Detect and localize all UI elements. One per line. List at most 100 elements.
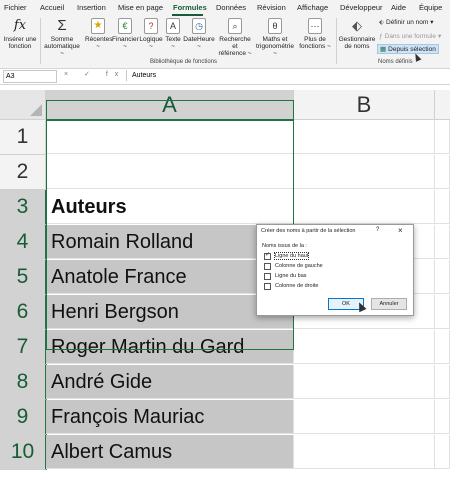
more-label-2: fonctions ~ [299, 43, 331, 50]
define-name-button[interactable]: ⬖ Définir un nom ▾ [379, 18, 434, 27]
cell-c[interactable] [435, 365, 450, 399]
select-all-corner[interactable] [0, 90, 46, 120]
datetime-button[interactable]: ◷ DateHeure ~ [183, 18, 215, 50]
column-header-b[interactable]: B [294, 90, 435, 120]
row-header[interactable]: 6 [0, 295, 47, 330]
recent-label-2: ~ [96, 43, 100, 50]
checkbox-top-row[interactable] [264, 252, 271, 260]
cell-b[interactable] [294, 120, 435, 154]
cell-a[interactable]: André Gide [46, 365, 294, 399]
math-button[interactable]: θ Maths et trigonométrie ~ [254, 18, 296, 57]
cell-a[interactable] [46, 155, 294, 189]
tab-donnees[interactable]: Données [216, 3, 246, 12]
row-header[interactable]: 4 [0, 225, 47, 260]
row-header[interactable]: 7 [0, 330, 47, 365]
tab-revision[interactable]: Révision [257, 3, 286, 12]
library-group-label: Bibliothèque de fonctions [150, 59, 218, 65]
select-all-triangle-icon [30, 104, 42, 116]
cell-b[interactable] [294, 435, 435, 469]
logical-label-1: Logique [139, 36, 163, 43]
tab-mise-en-page[interactable]: Mise en page [118, 3, 163, 12]
cell-c[interactable] [435, 190, 450, 224]
close-icon[interactable]: × [398, 226, 403, 235]
autosum-label-2: automatique ~ [44, 43, 80, 57]
row-header[interactable]: 10 [0, 435, 47, 470]
grid-selection-icon: ▦ [380, 46, 387, 53]
row-header[interactable]: 2 [0, 155, 46, 190]
cell-b[interactable] [294, 190, 435, 224]
row-header[interactable]: 9 [0, 400, 47, 435]
autosum-button[interactable]: Σ Somme automatique ~ [42, 18, 82, 58]
ribbon-separator [40, 18, 41, 64]
row-header[interactable]: 3 [0, 190, 47, 225]
cell-a3-header[interactable]: Auteurs [46, 190, 294, 224]
cell-a[interactable]: François Mauriac [46, 400, 294, 434]
name-manager-label-2: de noms [344, 43, 370, 50]
column-header-a[interactable]: A [46, 90, 294, 121]
in-formula-label: Dans une formule [384, 32, 436, 40]
checkbox-bottom-row[interactable] [264, 272, 271, 280]
fx-icon: fx [13, 18, 27, 33]
cell-c[interactable] [435, 120, 450, 154]
cell-c[interactable] [435, 330, 450, 364]
option-left-column[interactable]: Colonne de gauche [264, 262, 324, 270]
cell-c[interactable] [435, 225, 450, 259]
checkbox-right-column[interactable] [264, 282, 271, 290]
cell-a[interactable] [46, 120, 294, 154]
cell-b[interactable] [294, 155, 435, 189]
more-functions-button[interactable]: ⋯ Plus de fonctions ~ [297, 18, 333, 50]
menu-bar: Fichier Accueil Insertion Mise en page F… [0, 0, 450, 16]
in-formula-button[interactable]: ƒ Dans une formule ▾ [379, 32, 441, 41]
formula-bar-icons[interactable]: × ✓ fx [64, 70, 125, 78]
column-header-c-partial[interactable] [435, 90, 450, 120]
more-label-1: Plus de [304, 36, 326, 43]
cell-c[interactable] [435, 435, 450, 469]
cell-b[interactable] [294, 365, 435, 399]
help-icon[interactable]: ? [376, 227, 379, 233]
cell-c[interactable] [435, 155, 450, 189]
name-manager-button[interactable]: ⬖ Gestionnaire de noms [338, 18, 376, 50]
text-book-icon: A [166, 18, 180, 34]
option-right-column[interactable]: Colonne de droite [264, 282, 319, 290]
insert-function-button[interactable]: fx Insérer une fonction [2, 18, 38, 50]
row-header[interactable]: 5 [0, 260, 47, 295]
math-label-1: Maths et [262, 36, 288, 43]
financial-button[interactable]: € Financier ~ [112, 18, 139, 50]
tag-small-icon: ⬖ [379, 19, 384, 26]
cell-c[interactable] [435, 295, 450, 329]
cancel-button[interactable]: Annuler [371, 298, 407, 310]
tab-affichage[interactable]: Affichage [297, 3, 328, 12]
cell-c[interactable] [435, 260, 450, 294]
cell-b[interactable] [294, 400, 435, 434]
tab-developpeur[interactable]: Développeur [340, 3, 383, 12]
checkbox-left-column[interactable] [264, 262, 271, 270]
tab-equipe[interactable]: Équipe [419, 3, 442, 12]
logical-button[interactable]: ? Logique ~ [139, 18, 163, 50]
option-bottom-row[interactable]: Ligne du bas [264, 272, 308, 280]
tab-insertion[interactable]: Insertion [77, 3, 106, 12]
row-header[interactable]: 1 [0, 120, 46, 155]
text-button[interactable]: A Texte ~ [164, 18, 182, 50]
recent-button[interactable]: ★ Récentes ~ [85, 18, 112, 50]
tab-fichier[interactable]: Fichier [4, 3, 27, 12]
name-box[interactable]: A3 [3, 70, 57, 83]
cell-b[interactable] [294, 330, 435, 364]
tab-formules[interactable]: Formules [173, 3, 207, 12]
financial-book-icon: € [118, 18, 132, 34]
dialog-section-label: Noms issus de la : [262, 243, 307, 249]
datetime-label-1: DateHeure [183, 36, 215, 43]
cell-c[interactable] [435, 400, 450, 434]
tab-aide[interactable]: Aide [391, 3, 406, 12]
lookup-button[interactable]: ⌕ Recherche et référence ~ [216, 18, 254, 57]
cell-a[interactable]: Albert Camus [46, 435, 294, 469]
cell-a[interactable]: Roger Martin du Gard [46, 330, 294, 364]
formula-input[interactable]: Auteurs [126, 70, 450, 81]
name-manager-label-1: Gestionnaire [338, 36, 376, 43]
from-selection-button[interactable]: ▦ Depuis sélection [377, 44, 439, 54]
row-header[interactable]: 8 [0, 365, 47, 400]
tab-accueil[interactable]: Accueil [40, 3, 64, 12]
math-label-2: trigonométrie ~ [256, 43, 294, 57]
option-top-row[interactable]: Ligne du haut [264, 252, 310, 260]
text-label-1: Texte [165, 36, 181, 43]
math-book-icon: θ [268, 18, 282, 34]
